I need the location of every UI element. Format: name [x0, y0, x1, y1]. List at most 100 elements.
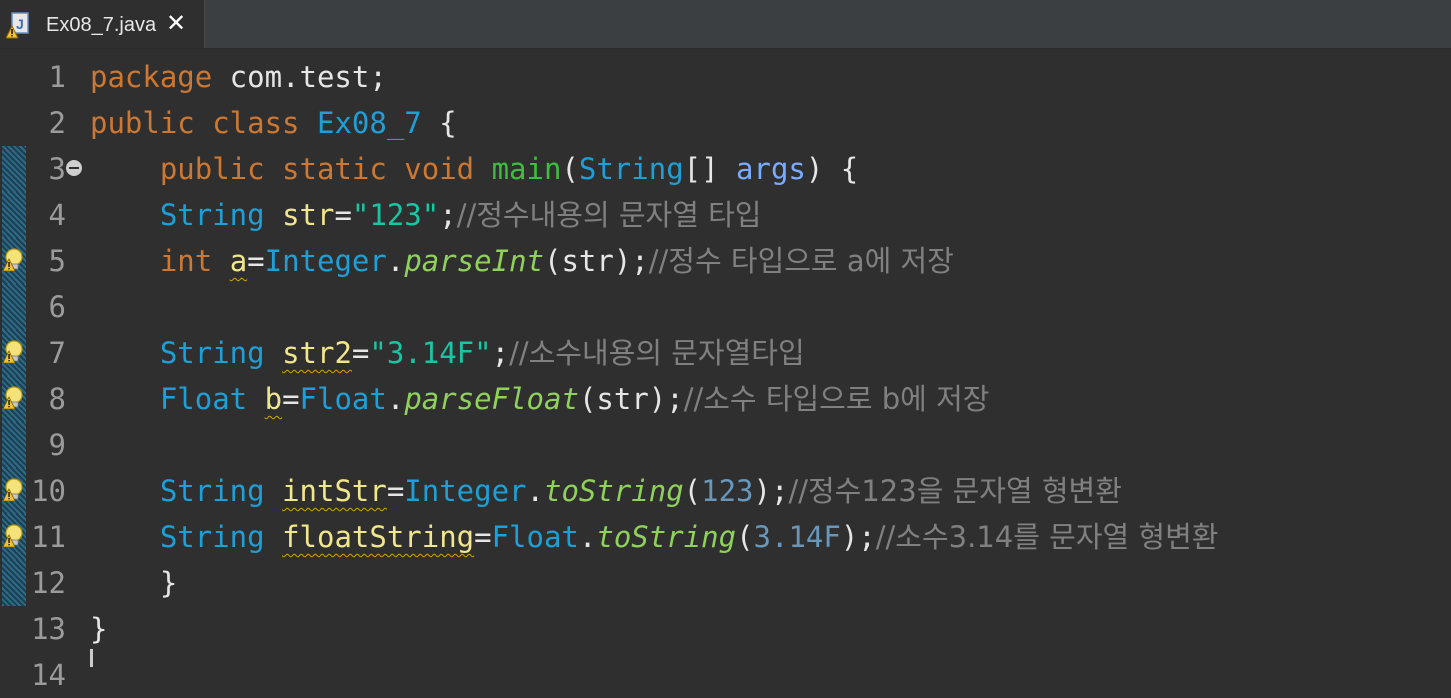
- code-line[interactable]: 10 String intStr=Integer.toString(123);/…: [0, 468, 1451, 514]
- code-token: Float: [491, 520, 579, 554]
- code-line[interactable]: 11 String floatString=Float.toString(3.1…: [0, 514, 1451, 560]
- code-token: (: [683, 474, 702, 508]
- code-line[interactable]: 8 Float b=Float.parseFloat(str);//소수 타입으…: [0, 376, 1451, 422]
- line-number: 7: [48, 336, 66, 370]
- code-token: =: [282, 382, 300, 416]
- code-text: String str2="3.14F";//소수내용의 문자열타입: [90, 335, 805, 371]
- code-token: int: [159, 244, 230, 278]
- fold-toggle-icon[interactable]: [66, 160, 82, 176]
- warning-lightbulb-icon[interactable]: [1, 247, 27, 273]
- line-number: 5: [48, 244, 66, 278]
- code-token: Float: [159, 382, 265, 416]
- line-number: 10: [31, 474, 66, 508]
- code-text: String str="123";//정수내용의 문자열 타입: [90, 197, 762, 233]
- code-token: ) {: [805, 152, 859, 186]
- code-text: String floatString=Float.toString(3.14F)…: [90, 519, 1219, 555]
- code-token: //정수내용의 문자열 타입: [456, 198, 762, 232]
- code-token: .: [526, 474, 544, 508]
- code-token: toString: [596, 520, 737, 554]
- change-marker: [2, 422, 26, 468]
- code-token: Ex08_7: [316, 106, 422, 140]
- code-line[interactable]: 12 }: [0, 560, 1451, 606]
- code-line[interactable]: 2 public class Ex08_7 {: [0, 100, 1451, 146]
- code-text: public static void main(String[] args) {: [90, 151, 858, 187]
- warning-lightbulb-icon[interactable]: [1, 385, 27, 411]
- code-line[interactable]: 13}: [0, 606, 1451, 652]
- code-token: b: [264, 382, 283, 416]
- close-icon[interactable]: ✕: [166, 9, 186, 37]
- code-token: =: [334, 198, 352, 232]
- code-token: toString: [543, 474, 684, 508]
- change-marker: [2, 560, 26, 606]
- code-token: .: [386, 382, 405, 416]
- line-number: 2: [48, 106, 66, 140]
- file-tab[interactable]: J Ex08_7.java ✕: [0, 0, 205, 48]
- line-number: 4: [48, 198, 66, 232]
- code-token: String: [159, 520, 283, 554]
- code-token: }: [90, 612, 108, 646]
- code-line[interactable]: 6: [0, 284, 1451, 330]
- code-token: a: [229, 244, 248, 278]
- code-token: public static void: [90, 152, 492, 186]
- code-token: );: [753, 474, 789, 508]
- code-text: int a=Integer.parseInt(str);//정수 타입으로 a에…: [90, 243, 954, 279]
- code-token: args: [736, 152, 806, 186]
- code-line[interactable]: 4 String str="123";//정수내용의 문자열 타입: [0, 192, 1451, 238]
- code-line[interactable]: 5 int a=Integer.parseInt(str);//정수 타입으로 …: [0, 238, 1451, 284]
- code-token: String: [159, 198, 283, 232]
- code-line[interactable]: 14: [0, 652, 1451, 698]
- warning-lightbulb-icon[interactable]: [1, 523, 27, 549]
- code-token: }: [90, 566, 178, 600]
- change-marker: [2, 192, 26, 238]
- code-token: 3.14F: [753, 520, 841, 554]
- code-token: str: [282, 198, 335, 232]
- code-token: //소수내용의 문자열타입: [509, 336, 805, 370]
- code-token: Integer: [264, 244, 387, 278]
- code-text: public class Ex08_7 {: [90, 105, 457, 141]
- code-text: String intStr=Integer.toString(123);//정수…: [90, 473, 1122, 509]
- code-text: }: [90, 611, 107, 647]
- line-number: 8: [48, 382, 66, 416]
- warning-lightbulb-icon[interactable]: [1, 339, 27, 365]
- code-token: (str);: [544, 244, 649, 278]
- tab-title: Ex08_7.java: [46, 14, 157, 36]
- code-token: =: [351, 336, 370, 370]
- line-number: 11: [31, 520, 66, 554]
- code-token: public class: [90, 106, 317, 140]
- code-token: Float: [299, 382, 387, 416]
- code-token: );: [840, 520, 876, 554]
- code-token: String: [159, 474, 283, 508]
- line-number: 6: [48, 290, 66, 324]
- change-marker: [2, 284, 26, 330]
- code-token: intStr: [282, 474, 387, 508]
- code-token: floatString: [282, 520, 475, 554]
- code-line[interactable]: 3 public static void main(String[] args)…: [0, 146, 1451, 192]
- code-token: parseInt: [404, 244, 544, 278]
- code-token: =: [247, 244, 265, 278]
- code-token: (: [736, 520, 754, 554]
- code-token: parseFloat: [404, 382, 579, 416]
- code-token: =: [474, 520, 492, 554]
- code-editor[interactable]: 1 package com.test; 2 public class Ex08_7 {…: [0, 49, 1451, 692]
- line-number: 1: [48, 60, 66, 94]
- editor-tab-bar: J Ex08_7.java ✕: [0, 0, 1451, 49]
- code-text: package com.test;: [90, 59, 387, 95]
- code-token: []: [683, 152, 737, 186]
- line-number: 9: [48, 428, 66, 462]
- code-token: String: [159, 336, 283, 370]
- code-token: //정수123을 문자열 형변환: [788, 474, 1122, 508]
- code-token: str2: [282, 336, 352, 370]
- warning-lightbulb-icon[interactable]: [1, 477, 27, 503]
- code-line[interactable]: 9: [0, 422, 1451, 468]
- code-token: main: [491, 152, 562, 186]
- code-text: Float b=Float.parseFloat(str);//소수 타입으로 …: [90, 381, 990, 417]
- code-token: (: [561, 152, 579, 186]
- code-line[interactable]: 1 package com.test;: [0, 54, 1451, 100]
- change-marker: [2, 146, 26, 192]
- code-line[interactable]: 7 String str2="3.14F";//소수내용의 문자열타입: [0, 330, 1451, 376]
